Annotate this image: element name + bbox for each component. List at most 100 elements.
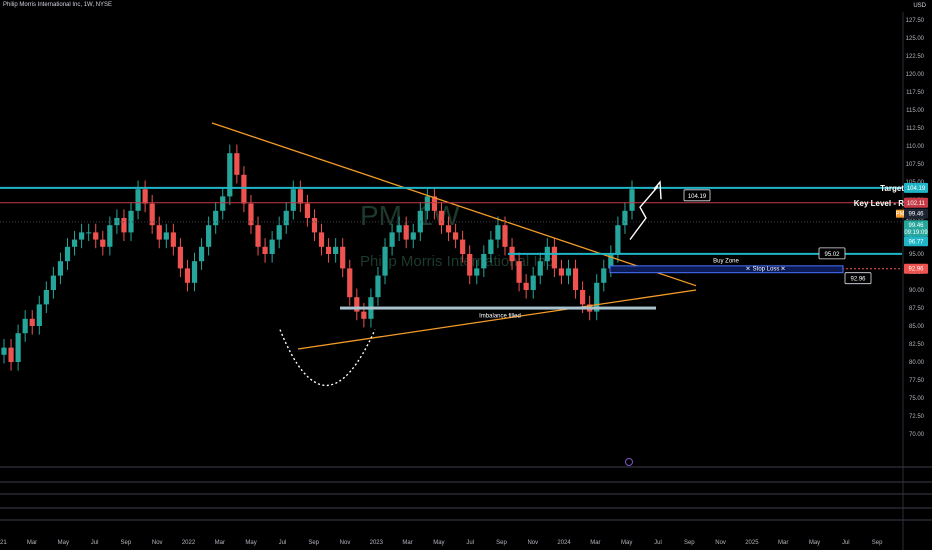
candle-body	[71, 239, 78, 247]
candle-body	[262, 246, 268, 254]
x-tick-label: May	[621, 540, 632, 546]
imbalance-label: Imbalance filled	[479, 314, 521, 320]
candle-body	[283, 210, 289, 226]
candle-body	[445, 225, 452, 233]
candle-body	[121, 218, 127, 233]
candle-body	[347, 268, 353, 298]
x-tick-label: 2025	[745, 540, 759, 546]
candle-body	[389, 232, 395, 247]
symbol-tag: PM	[896, 212, 905, 218]
y-tick-label: 90.00	[909, 288, 925, 294]
y-tick-label: 95.00	[909, 252, 925, 258]
x-tick-label: Jul	[842, 540, 850, 546]
y-tick-label: 80.00	[909, 360, 925, 366]
x-tick-label: Sep	[121, 540, 132, 546]
event-marker-icon[interactable]	[625, 458, 633, 466]
candle-body	[523, 282, 529, 290]
candle-body	[375, 275, 381, 298]
x-tick-label: Jul	[654, 540, 662, 546]
candle-body	[269, 239, 275, 254]
candle-body	[629, 189, 635, 211]
candle-body	[304, 203, 311, 218]
candle-body	[156, 225, 162, 240]
candle-body	[191, 261, 198, 283]
candle-body	[36, 304, 42, 326]
candle-body	[474, 268, 480, 276]
candle-body	[163, 232, 169, 240]
candle-body	[488, 239, 494, 254]
candle-body	[452, 232, 459, 240]
x-tick-label: May	[433, 540, 444, 546]
y-tick-label: 87.50	[909, 306, 925, 312]
candle-body	[333, 246, 339, 254]
key-axis-tag: 102.11	[907, 201, 926, 207]
candle-body	[311, 218, 318, 233]
candle-body	[410, 232, 416, 240]
candle-body	[572, 268, 579, 290]
candle-body	[530, 275, 536, 290]
prev-axis-tag: 99.46	[908, 212, 924, 218]
candle-body	[142, 189, 148, 204]
stop-axis-tag: 92.96	[908, 267, 924, 273]
candle-body	[86, 232, 92, 234]
x-tick-label: Nov	[152, 540, 163, 546]
x-tick-label: Nov	[340, 540, 351, 546]
candle-body	[198, 246, 205, 262]
x-tick-label: Nov	[527, 540, 538, 546]
candle-body	[29, 318, 35, 326]
level-95-callout: 95.02	[824, 252, 840, 258]
buy-zone-box	[609, 265, 844, 274]
candle-body	[184, 268, 191, 283]
y-tick-label: 107.50	[906, 162, 925, 168]
countdown-tag: 09:19:09	[904, 230, 928, 236]
y-tick-label: 127.50	[906, 18, 925, 24]
candle-body	[297, 189, 303, 204]
candle-body	[107, 225, 113, 247]
candle-body	[580, 290, 586, 305]
price-chart[interactable]: PM, 1W Philip Morris International Inc I…	[0, 0, 932, 550]
x-tick-label: Sep	[308, 540, 319, 546]
candle-body	[340, 246, 346, 269]
candle-body	[135, 189, 141, 211]
target-axis-tag: 104.19	[907, 186, 926, 192]
y-tick-label: 125.00	[906, 36, 925, 42]
candle-body	[241, 174, 247, 204]
candle-body	[290, 189, 296, 211]
buy-zone-label: Buy Zone	[713, 258, 739, 264]
candle-body	[220, 196, 226, 211]
candle-body	[495, 225, 501, 240]
candle-body	[622, 210, 628, 226]
x-tick-label: Jul	[466, 540, 474, 546]
candle-body	[396, 225, 402, 233]
stop-loss-label: Stop Loss	[753, 267, 780, 273]
level-9296-callout: 92.96	[850, 277, 866, 283]
candle-body	[615, 225, 621, 254]
candle-body	[460, 239, 466, 254]
watermark-symbol: PM, 1W	[360, 200, 460, 231]
mid-axis-tag: 96.77	[908, 239, 924, 245]
candle-body	[22, 318, 28, 334]
y-tick-label: 115.00	[906, 108, 925, 114]
candle-body	[565, 268, 572, 276]
candle-body	[64, 246, 71, 262]
watermark-name: Philip Morris International Inc	[360, 253, 554, 270]
candle-body	[170, 232, 176, 247]
y-tick-label: 122.50	[906, 54, 925, 60]
y-tick-label: 120.00	[906, 72, 925, 78]
candle-body	[50, 275, 56, 290]
candle-body	[537, 261, 543, 276]
stop-loss-x-icon: ✕	[745, 267, 750, 273]
x-tick-label: Mar	[215, 540, 225, 546]
x-tick-label: Mar	[590, 540, 600, 546]
y-tick-label: 85.00	[909, 324, 925, 330]
x-tick-label: 21	[0, 540, 7, 546]
candle-body	[438, 210, 445, 226]
x-tick-label: Mar	[27, 540, 37, 546]
candle-body	[467, 254, 473, 276]
y-tick-label: 77.50	[909, 378, 925, 384]
y-tick-label: 82.50	[909, 342, 925, 348]
candle-body	[213, 210, 219, 226]
x-tick-label: Nov	[715, 540, 726, 546]
x-tick-label: Jul	[91, 540, 99, 546]
x-tick-label: Jul	[279, 540, 287, 546]
